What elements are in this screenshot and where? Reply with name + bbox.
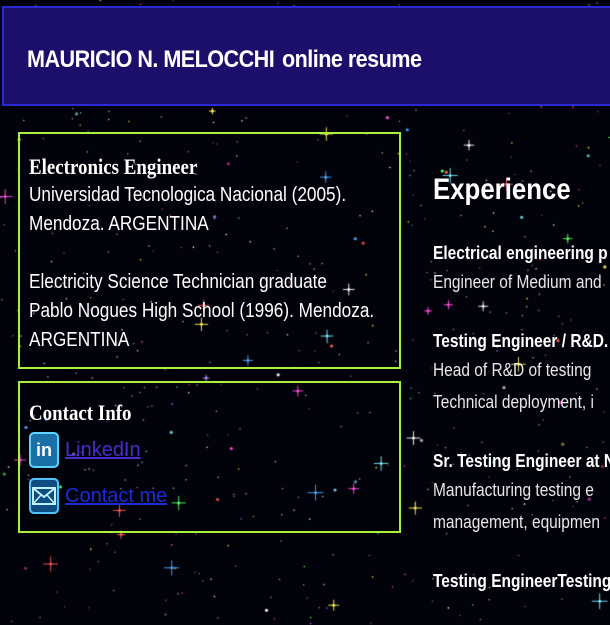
envelope-icon[interactable] [29, 478, 59, 514]
contact-title: Contact Info [29, 400, 132, 425]
job-description: management, equipmen [433, 512, 600, 532]
technician-line: Electricity Science Technician graduate [29, 271, 327, 293]
site-header: MAURICIO N. MELOCCHI online resume [2, 6, 610, 106]
job-title: Electrical engineering p [433, 243, 608, 263]
experience-section: Experience Electrical engineering p Engi… [433, 170, 610, 624]
job-title: Sr. Testing Engineer at N [433, 451, 610, 471]
job-title: Testing Engineer / R&D. [433, 331, 609, 351]
owner-name: MAURICIO N. MELOCCHI [27, 46, 275, 73]
job-entry: Testing Engineer / R&D. Head of R&D of t… [433, 328, 610, 418]
experience-heading: Experience [433, 173, 571, 206]
school-line: Pablo Nogues High School (1996). Mendoza… [29, 300, 375, 322]
contact-box: Contact Info in LinkedIn Contact me [18, 381, 401, 533]
school-location: ARGENTINA [29, 329, 130, 351]
university-location: Mendoza. ARGENTINA [29, 213, 209, 235]
job-description: Head of R&D of testing [433, 360, 592, 380]
job-entry: Sr. Testing Engineer at N Manufacturing … [433, 448, 610, 538]
mail-row: Contact me [29, 473, 391, 519]
header-subtitle: online resume [282, 46, 422, 73]
contact-me-link[interactable]: Contact me [65, 482, 167, 511]
university-line: Universidad Tecnologica Nacional (2005). [29, 184, 347, 206]
degree-title: Electronics Engineer [29, 154, 198, 179]
job-entry: Testing EngineerTesting [433, 568, 610, 594]
job-description: Engineer of Medium and [433, 272, 602, 292]
linkedin-row: in LinkedIn [29, 427, 391, 473]
linkedin-link[interactable]: LinkedIn [65, 436, 141, 465]
job-description: Manufacturing testing e [433, 480, 594, 500]
linkedin-icon[interactable]: in [29, 432, 59, 468]
job-description: Technical deployment, i [433, 392, 594, 412]
job-title: Testing EngineerTesting [433, 571, 610, 591]
education-box: Electronics Engineer Universidad Tecnolo… [18, 132, 401, 369]
job-entry: Electrical engineering p Engineer of Med… [433, 240, 610, 298]
